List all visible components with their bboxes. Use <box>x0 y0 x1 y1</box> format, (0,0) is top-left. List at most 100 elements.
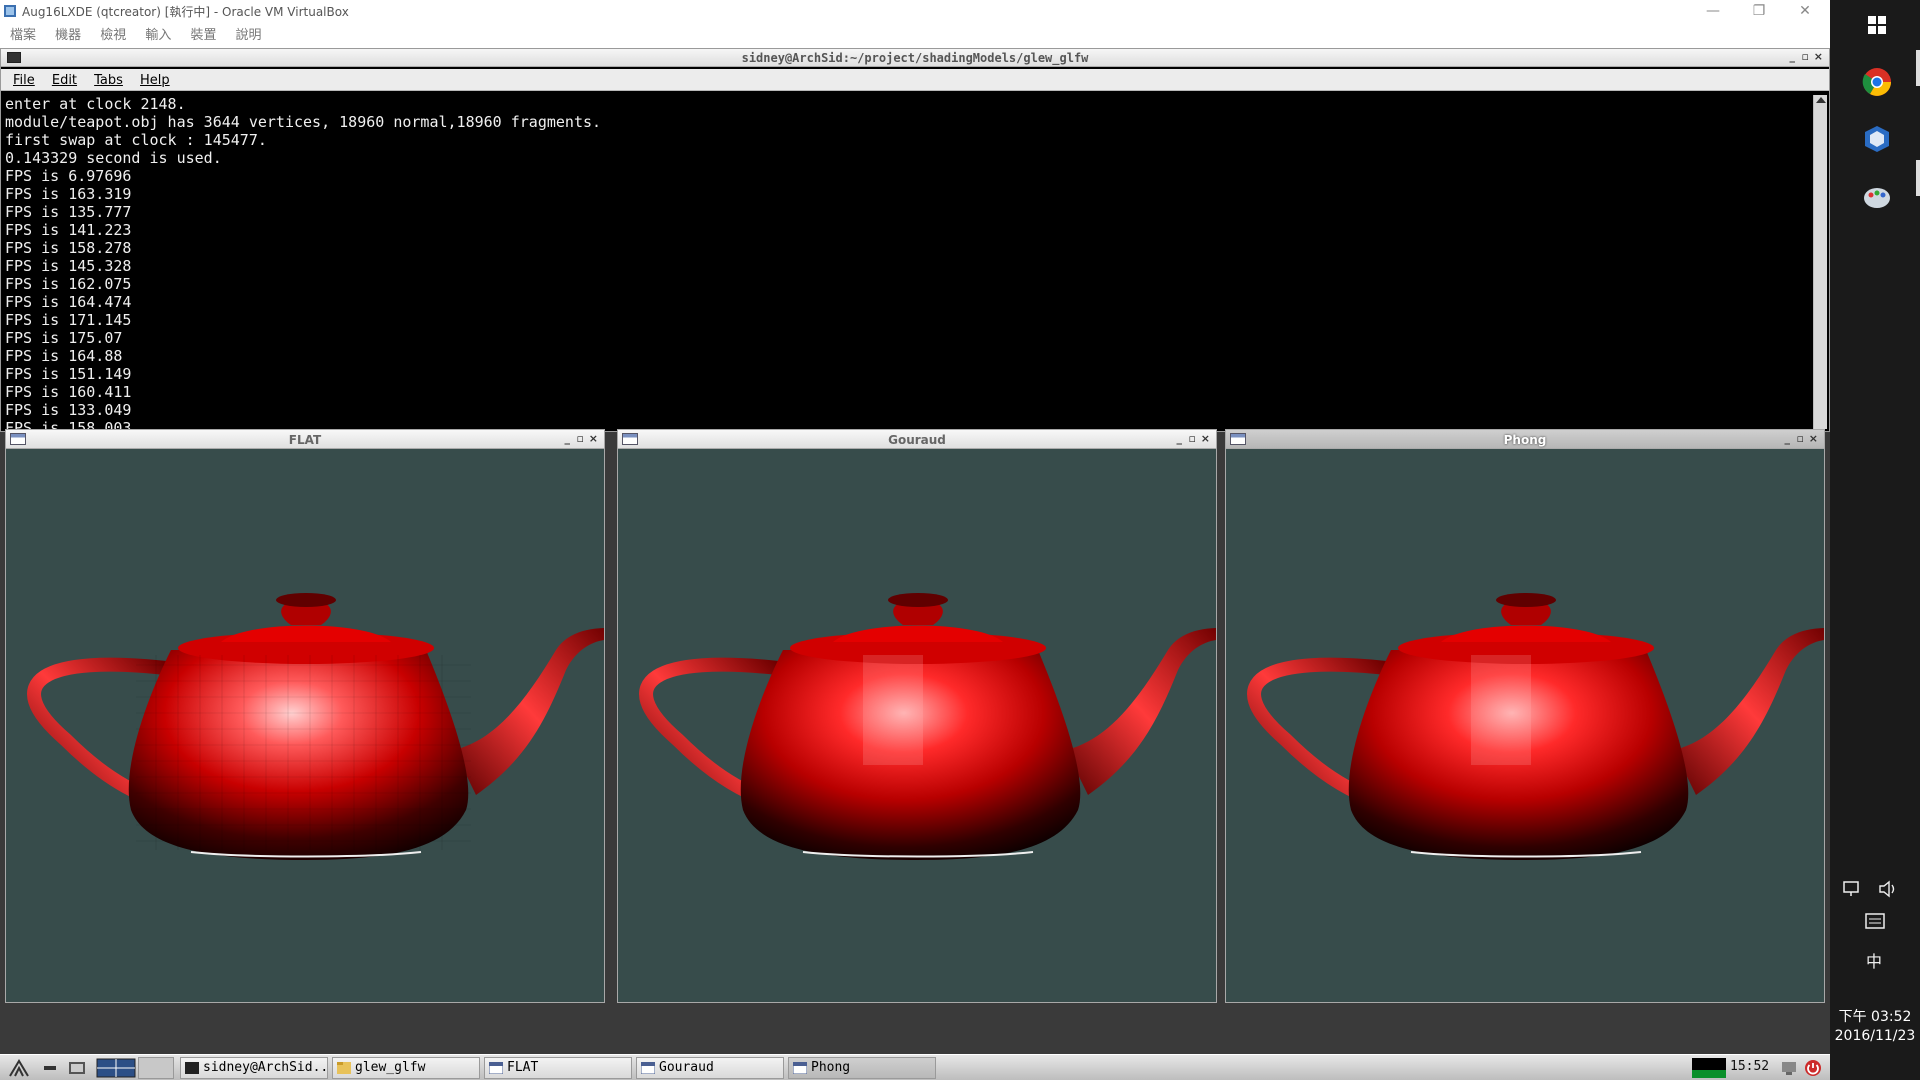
vbox-restore-button[interactable]: ❐ <box>1736 0 1782 22</box>
virtualbox-icon[interactable] <box>1860 122 1894 156</box>
running-indicator <box>1916 160 1920 196</box>
teapot <box>27 593 604 860</box>
flat-render-window: FLAT _ ▫ × <box>5 429 605 1003</box>
teapot-spout <box>1066 628 1216 795</box>
vbox-menu-input[interactable]: 輸入 <box>145 25 171 47</box>
phong-minimize-button[interactable]: _ <box>1785 432 1791 445</box>
vbox-close-button[interactable]: ✕ <box>1782 0 1828 22</box>
teapot-spout <box>1674 628 1824 795</box>
phong-render-window: Phong _ ▫ × <box>1225 429 1825 1003</box>
vbox-menubar: 檔案 機器 檢視 輸入 裝置 說明 <box>0 24 1830 46</box>
menu-file-label: File <box>13 73 35 88</box>
terminal-titlebar[interactable]: sidney@ArchSid:~/project/shadingModels/g… <box>1 49 1829 67</box>
guest-clock[interactable]: 15:52 <box>1730 1059 1769 1074</box>
ime-indicator[interactable]: 中 <box>1866 948 1882 972</box>
flat-window-title: FLAT <box>288 433 322 447</box>
phong-close-button[interactable]: × <box>1809 432 1818 445</box>
power-icon[interactable] <box>1804 1059 1822 1077</box>
menu-edit-label: Edit <box>51 73 78 88</box>
teapot-knob-top <box>1496 593 1556 607</box>
network-icon[interactable] <box>1842 880 1862 898</box>
window-icon <box>793 1062 807 1074</box>
terminal-maximize-button[interactable]: ▫ <box>1802 50 1809 63</box>
gouraud-window-title: Gouraud <box>888 433 946 447</box>
taskbar-item-phong[interactable]: Phong <box>788 1057 936 1079</box>
window-icon <box>641 1062 655 1074</box>
cpu-monitor <box>1692 1058 1726 1078</box>
virtualbox-window: Aug16LXDE (qtcreator) [執行中] - Oracle VM … <box>0 0 1830 1080</box>
teapot-knob-top <box>276 593 336 607</box>
teapot-spout <box>454 628 604 795</box>
teapot-lid <box>833 625 1003 642</box>
guest-screen: sidney@ArchSid:~/project/shadingModels/g… <box>0 48 1830 1080</box>
menu-tabs-label: Tabs <box>94 73 123 88</box>
volume-icon[interactable] <box>1878 880 1900 898</box>
file-manager-icon[interactable] <box>66 1058 88 1078</box>
gouraud-window-titlebar[interactable]: Gouraud _ ▫ × <box>618 430 1216 449</box>
running-indicator <box>1916 50 1920 86</box>
scroll-up-arrow-icon[interactable] <box>1816 97 1826 103</box>
terminal-menu-help[interactable]: Help <box>140 70 170 92</box>
vbox-menu-devices[interactable]: 裝置 <box>190 25 216 47</box>
flat-close-button[interactable]: × <box>589 432 598 445</box>
gouraud-minimize-button[interactable]: _ <box>1177 432 1183 445</box>
vbox-titlebar[interactable]: Aug16LXDE (qtcreator) [執行中] - Oracle VM … <box>0 0 1830 22</box>
windows-clock-time[interactable]: 下午 03:52 <box>1830 1006 1920 1026</box>
taskbar-item-label: FLAT <box>507 1060 539 1075</box>
terminal-icon <box>185 1062 199 1074</box>
flat-maximize-button[interactable]: ▫ <box>577 432 584 445</box>
taskbar-item-glew-glfw[interactable]: glew_glfw <box>332 1057 480 1079</box>
teapot <box>1247 593 1824 860</box>
taskbar-item-label: glew_glfw <box>355 1060 426 1075</box>
phong-maximize-button[interactable]: ▫ <box>1797 432 1804 445</box>
teapot-specular <box>863 655 923 765</box>
gouraud-close-button[interactable]: × <box>1201 432 1210 445</box>
phong-window-titlebar[interactable]: Phong _ ▫ × <box>1226 430 1824 449</box>
teapot-knob-top <box>888 593 948 607</box>
flat-minimize-button[interactable]: _ <box>565 432 571 445</box>
minimize-all-icon[interactable] <box>40 1058 62 1078</box>
gouraud-teapot-viewport[interactable] <box>618 450 1217 1003</box>
windows-clock-date[interactable]: 2016/11/23 <box>1830 1028 1920 1044</box>
taskbar-item-label: Phong <box>811 1060 851 1075</box>
teapot-specular <box>1471 655 1531 765</box>
vbox-menu-machine[interactable]: 機器 <box>55 25 81 47</box>
taskbar-item-label: Gouraud <box>659 1060 714 1075</box>
teapot-lid <box>1441 625 1611 642</box>
vbox-menu-view[interactable]: 檢視 <box>100 25 126 47</box>
phong-teapot-viewport[interactable] <box>1226 450 1825 1003</box>
terminal-minimize-button[interactable]: _ <box>1790 50 1796 63</box>
lxde-menu-icon[interactable] <box>8 1058 30 1078</box>
taskbar-item-terminal[interactable]: sidney@ArchSid... <box>180 1057 328 1079</box>
taskbar-item-gouraud[interactable]: Gouraud <box>636 1057 784 1079</box>
terminal-menu-edit[interactable]: Edit <box>52 70 77 92</box>
terminal-output[interactable]: enter at clock 2148. module/teapot.obj h… <box>5 95 1805 429</box>
desktop-pager-icon[interactable] <box>96 1058 136 1078</box>
vbox-window-title: Aug16LXDE (qtcreator) [執行中] - Oracle VM … <box>22 5 349 19</box>
phong-window-title: Phong <box>1503 433 1547 447</box>
taskbar-item-label: sidney@ArchSid... <box>203 1060 328 1075</box>
vbox-menu-file[interactable]: 檔案 <box>10 25 36 47</box>
pager-desktop-2[interactable] <box>138 1057 174 1079</box>
paint-icon[interactable] <box>1860 180 1894 214</box>
terminal-window: sidney@ArchSid:~/project/shadingModels/g… <box>0 48 1830 432</box>
terminal-menu-tabs[interactable]: Tabs <box>94 70 123 92</box>
flat-teapot-viewport[interactable] <box>6 450 605 1003</box>
network-tray-icon[interactable] <box>1780 1059 1798 1077</box>
guest-taskbar: sidney@ArchSid... glew_glfw FLAT Gouraud… <box>0 1054 1830 1080</box>
flat-window-titlebar[interactable]: FLAT _ ▫ × <box>6 430 604 449</box>
terminal-scrollbar[interactable] <box>1813 95 1827 429</box>
terminal-close-button[interactable]: × <box>1814 50 1823 63</box>
terminal-menubar: File Edit Tabs Help <box>1 69 1829 91</box>
vbox-menu-help[interactable]: 說明 <box>236 25 262 47</box>
taskbar-item-flat[interactable]: FLAT <box>484 1057 632 1079</box>
action-center-icon[interactable] <box>1864 912 1886 932</box>
vbox-minimize-button[interactable]: — <box>1690 0 1736 22</box>
windows-taskbar: 中 下午 03:52 2016/11/23 <box>1830 0 1920 1080</box>
menu-help-label: Help <box>140 73 170 88</box>
teapot <box>639 593 1216 860</box>
terminal-menu-file[interactable]: File <box>13 70 35 92</box>
windows-start-icon[interactable] <box>1860 8 1894 42</box>
gouraud-maximize-button[interactable]: ▫ <box>1189 432 1196 445</box>
chrome-icon[interactable] <box>1860 65 1894 99</box>
